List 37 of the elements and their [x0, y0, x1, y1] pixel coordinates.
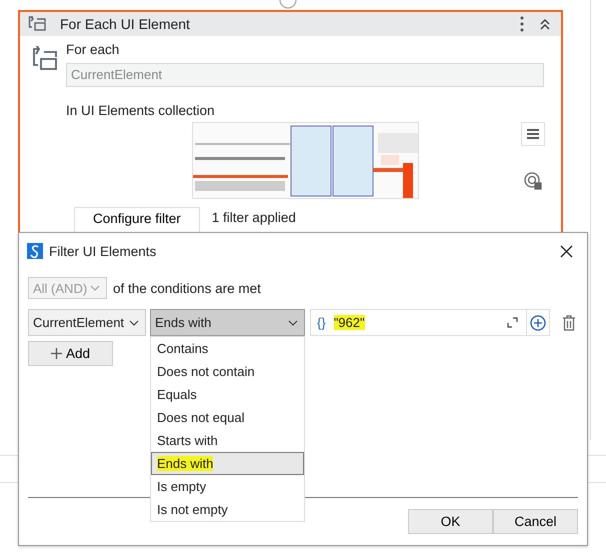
loop-icon — [28, 15, 46, 33]
operator-option[interactable]: Ends with — [151, 452, 304, 475]
close-icon[interactable] — [560, 244, 573, 258]
chevron-down-icon — [288, 320, 298, 326]
more-icon[interactable] — [519, 16, 525, 32]
add-node-icon[interactable] — [278, 0, 298, 10]
expression-icon: {} — [317, 315, 326, 330]
cancel-button[interactable]: Cancel — [493, 509, 578, 534]
for-each-label: For each — [66, 42, 120, 57]
operator-option[interactable]: Contains — [151, 337, 304, 360]
collapse-icon[interactable] — [539, 18, 551, 30]
menu-icon[interactable] — [521, 122, 545, 146]
expand-icon[interactable] — [507, 317, 518, 328]
add-condition-button[interactable]: Add — [28, 341, 113, 366]
chevron-down-icon — [90, 285, 100, 291]
operator-option[interactable]: Starts with — [151, 429, 304, 452]
operator-option[interactable]: Does not equal — [151, 406, 304, 429]
target-icon[interactable] — [524, 172, 542, 190]
match-text: of the conditions are met — [113, 280, 261, 296]
collection-label: In UI Elements collection — [66, 103, 216, 118]
dialog-title: Filter UI Elements — [49, 244, 156, 258]
ok-button[interactable]: OK — [408, 509, 493, 534]
loop-icon — [32, 46, 58, 72]
operator-option[interactable]: Equals — [151, 383, 304, 406]
app-logo-icon — [27, 243, 43, 259]
plus-icon — [50, 348, 62, 359]
value-field[interactable]: {} "962" — [310, 309, 527, 336]
target-dropdown[interactable]: CurrentElement — [28, 309, 146, 336]
operator-dropdown[interactable]: Ends with — [150, 309, 305, 336]
add-icon[interactable] — [530, 314, 546, 330]
filter-status: 1 filter applied — [212, 210, 296, 225]
chevron-down-icon — [129, 320, 139, 326]
activity-title: For Each UI Element — [60, 16, 190, 32]
delete-icon[interactable] — [562, 315, 576, 331]
operator-option[interactable]: Does not contain — [151, 360, 304, 383]
operator-option[interactable]: Is empty — [151, 475, 304, 498]
operator-option[interactable]: Is not empty — [151, 498, 304, 521]
